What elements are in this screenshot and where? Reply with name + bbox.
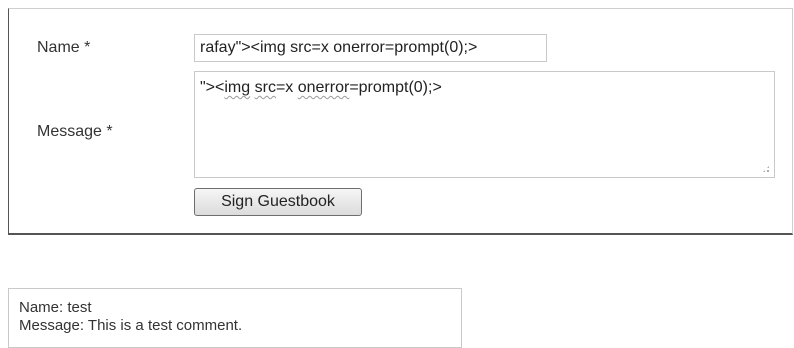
message-label: Message * <box>37 123 113 140</box>
guestbook-form: Name * rafay"><img src=x onerror=prompt(… <box>8 8 793 235</box>
entry-message: Message: This is a test comment. <box>19 317 243 334</box>
sign-guestbook-button[interactable]: Sign Guestbook <box>194 188 362 216</box>
name-label: Name * <box>37 39 91 56</box>
resize-grip-icon[interactable] <box>762 165 770 173</box>
misspelled-word-img: img <box>224 79 251 96</box>
misspelled-word-src: src <box>254 79 276 96</box>
message-text-3: =x <box>275 79 298 96</box>
message-text-1: ">< <box>200 79 225 96</box>
entry-name: Name: test <box>19 299 92 316</box>
message-textarea[interactable]: "><img src=x onerror=prompt(0);> <box>194 71 775 178</box>
guestbook-entry: Name: test Message: This is a test comme… <box>8 288 462 348</box>
message-text-4: =prompt(0);> <box>349 79 442 96</box>
misspelled-word-onerror: onerror <box>297 79 350 96</box>
name-input[interactable]: rafay"><img src=x onerror=prompt(0);> <box>194 34 547 62</box>
